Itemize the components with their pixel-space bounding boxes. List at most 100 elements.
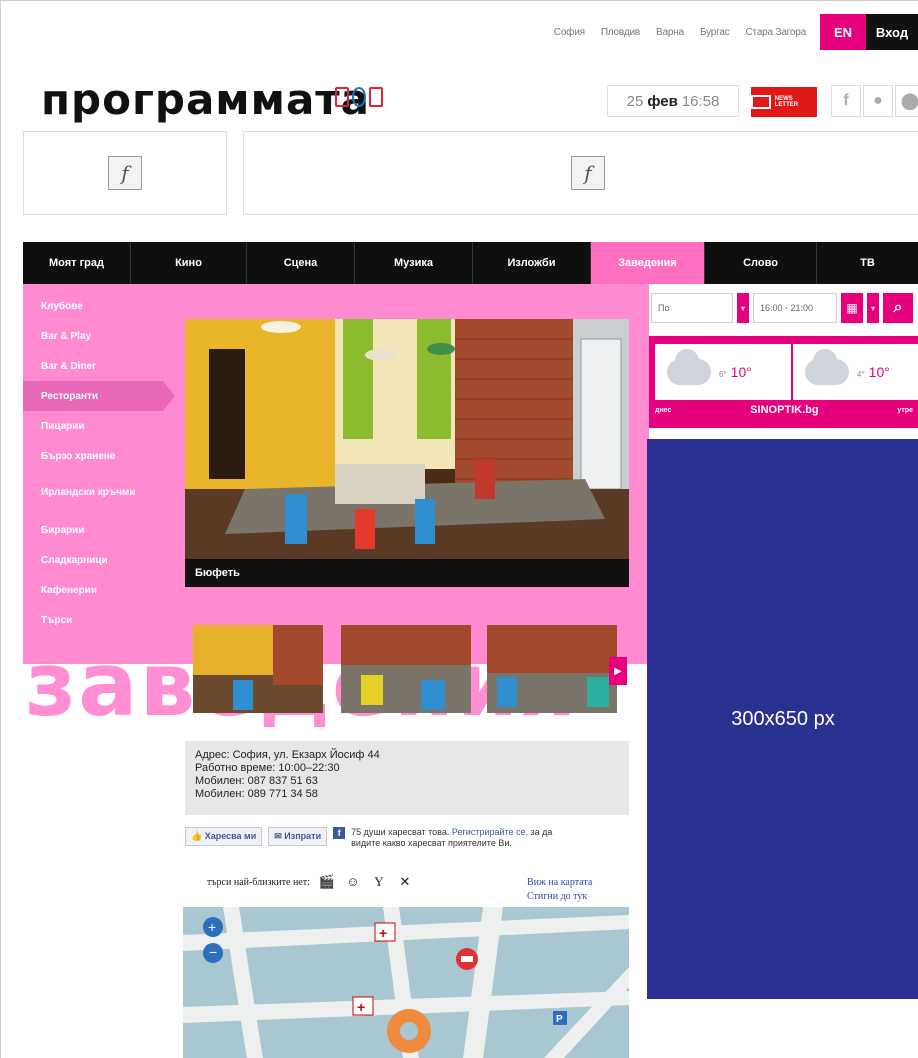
rain-cloud-icon	[667, 349, 711, 385]
weather-card-today: 6° 10°	[655, 344, 791, 400]
svg-text:+: +	[357, 999, 365, 1015]
sidebar-item-pizzerias[interactable]: Пицарии	[23, 411, 167, 441]
site-logo[interactable]: программата	[41, 75, 370, 124]
nav-item-word[interactable]: Слово	[705, 242, 817, 284]
nearby-label: търси най-близките нет:	[207, 876, 310, 888]
android-icon[interactable]: ⬤	[895, 85, 918, 117]
svg-text:+: +	[379, 925, 387, 941]
restaurant-interior-image	[185, 319, 629, 559]
ad-banner-small[interactable]: f	[23, 131, 227, 215]
ad-size-label: 300x650 px	[731, 707, 835, 730]
thumbnail-3[interactable]	[487, 625, 617, 713]
flash-plugin-icon: f	[108, 156, 142, 190]
cinema-icon[interactable]: 🎬	[318, 873, 336, 891]
sidebar-item-beer-halls[interactable]: Бирарии	[23, 515, 167, 545]
thumbnail-image	[193, 625, 323, 713]
sidebar-item-clubs[interactable]: Клубове	[23, 291, 167, 321]
nav-item-tv[interactable]: ТВ	[817, 242, 918, 284]
thumbnail-image	[341, 625, 471, 713]
sidebar-item-search[interactable]: Търси	[23, 605, 167, 635]
sidebar-item-restaurants[interactable]: Ресторанти	[23, 381, 175, 411]
venue-phone-1: Мобилен: 087 837 51 63	[195, 775, 318, 787]
newsletter-button[interactable]: NEWS LETTER	[751, 87, 817, 117]
date-month: фев	[647, 92, 678, 110]
facebook-icon[interactable]: f	[831, 85, 861, 117]
date-time-value: 16:58	[681, 92, 720, 110]
facebook-icon: f	[333, 827, 346, 839]
sidebar-item-cafes[interactable]: Кафенерии	[23, 575, 167, 605]
nav-item-venues[interactable]: Заведения	[591, 242, 705, 284]
photo-caption: Бюфеть	[185, 559, 629, 587]
venue-address: Адрес: София, ул. Екзарх Йосиф 44	[195, 749, 380, 761]
nav-item-cinema[interactable]: Кино	[131, 242, 247, 284]
thumbnail-2[interactable]	[341, 625, 471, 713]
date-day: 25	[626, 92, 644, 110]
language-button[interactable]: EN	[820, 14, 866, 50]
logo-icons	[335, 87, 383, 107]
flash-plugin-icon: f	[571, 156, 605, 190]
sidebar-item-irish-pubs[interactable]: Ирландски кръчми	[23, 471, 167, 515]
weather-tomorrow-label: утре	[897, 406, 913, 414]
weather-today-label: днес	[655, 406, 672, 414]
envelope-icon	[751, 95, 771, 109]
city-link-varna[interactable]: Варна	[656, 27, 684, 38]
venue-phone-2: Мобилен: 089 771 34 58	[195, 788, 318, 800]
venue-search-bar: По ▾ 16:00 - 21:00 ▦ ▾ ⌕	[651, 293, 913, 323]
svg-text:−: −	[209, 944, 217, 960]
cocktail-icon[interactable]: Y	[370, 873, 388, 891]
nav-item-my-city[interactable]: Моят град	[23, 242, 131, 284]
map-image: + − + P +	[183, 907, 629, 1058]
day-select-arrow[interactable]: ▾	[737, 293, 749, 323]
city-link-burgas[interactable]: Бургас	[700, 27, 730, 38]
thumbnail-1[interactable]	[193, 625, 323, 713]
ad-banner-skyscraper[interactable]: 300x650 px	[647, 439, 918, 999]
top-bar: София Пловдив Варна Бургас Стара Загора …	[554, 14, 918, 50]
venue-category-menu: Клубове Bar & Play Bar & Diner Ресторант…	[23, 291, 175, 635]
venue-map[interactable]: + − + P +	[183, 907, 629, 1058]
day-select[interactable]: По	[651, 293, 733, 323]
login-button[interactable]: Вход	[866, 14, 918, 50]
apple-icon[interactable]: ●	[863, 85, 893, 117]
nav-item-exhibitions[interactable]: Изложби	[473, 242, 591, 284]
weather-temps-tomorrow: 4° 10°	[857, 364, 890, 380]
newsletter-label: NEWS LETTER	[774, 96, 799, 108]
date-time: 25 фев 16:58	[607, 85, 739, 117]
sidebar-item-fast-food[interactable]: Бързо хранене	[23, 441, 167, 471]
facebook-register-link[interactable]: Регистрирайте се,	[452, 827, 528, 837]
city-link-stara-zagora[interactable]: Стара Загора	[746, 27, 807, 38]
time-select-arrow[interactable]: ▾	[867, 293, 879, 323]
facebook-like-bar: 👍 Харесва ми ✉ Изпрати f 75 души харесва…	[185, 827, 583, 849]
nav-item-stage[interactable]: Сцена	[247, 242, 355, 284]
venue-address-box: Адрес: София, ул. Екзарх Йосиф 44 Работн…	[185, 741, 629, 815]
nav-item-music[interactable]: Музика	[355, 242, 473, 284]
weather-labels: днес SINOPTIK.bg утре	[649, 404, 918, 416]
facebook-send-button[interactable]: ✉ Изпрати	[268, 827, 328, 846]
venue-hours: Работно време: 10:00–22:30	[195, 762, 340, 774]
time-select[interactable]: 16:00 - 21:00	[753, 293, 837, 323]
logo-note-icon	[352, 87, 366, 107]
nearby-search: търси най-близките нет: 🎬 ☺ Y ✕	[207, 873, 414, 891]
sidebar-item-pastry-shops[interactable]: Сладкарници	[23, 545, 167, 575]
search-button[interactable]: ⌕	[883, 293, 913, 323]
logo-cup-icon	[369, 87, 383, 107]
sidebar-item-bar-diner[interactable]: Bar & Diner	[23, 351, 167, 381]
thumbnails-next-arrow[interactable]: ▶	[609, 657, 627, 685]
facebook-like-button[interactable]: 👍 Харесва ми	[185, 827, 263, 846]
cutlery-icon[interactable]: ✕	[396, 873, 414, 891]
sinoptik-logo: SINOPTIK.bg	[750, 404, 819, 416]
weather-widget[interactable]: 6° 10° 4° 10° днес SINOPTIK.bg утре	[649, 336, 918, 428]
social-links: f ● ⬤	[831, 85, 918, 117]
calendar-icon[interactable]: ▦	[841, 293, 863, 323]
svg-text:P: P	[556, 1014, 563, 1025]
venue-main-photo[interactable]	[185, 319, 629, 559]
view-on-map-link[interactable]: Виж на картата	[527, 876, 592, 890]
svg-text:+: +	[208, 919, 216, 935]
sidebar-item-bar-play[interactable]: Bar & Play	[23, 321, 167, 351]
ad-banner-wide[interactable]: f	[243, 131, 918, 215]
main-nav: Моят град Кино Сцена Музика Изложби Заве…	[23, 242, 918, 284]
logo-book-icon	[335, 87, 349, 107]
city-link-plovdiv[interactable]: Пловдив	[601, 27, 640, 38]
theater-mask-icon[interactable]: ☺	[344, 873, 362, 891]
get-directions-link[interactable]: Стигни до тук	[527, 890, 592, 904]
city-link-sofia[interactable]: София	[554, 27, 585, 38]
